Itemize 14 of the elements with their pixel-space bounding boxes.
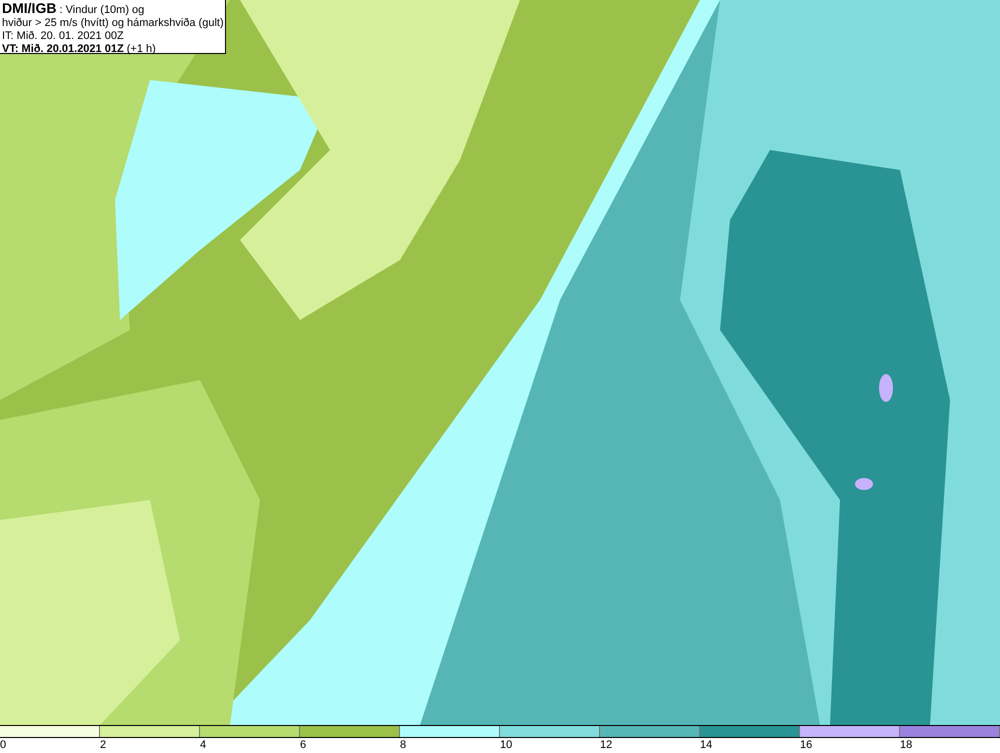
legend-label: 18 [900,738,912,753]
legend-label: 0 [0,738,6,753]
title-text: VT: Mið. 20.01.2021 01Z (+1 h) [2,43,157,56]
legend-label: 14 [700,738,712,753]
legend-label: 2 [100,738,106,753]
legend-label: 16 [800,738,812,753]
title-text: hviður > 25 m/s (hvítt) og hámarkshviða (gult) [2,17,225,30]
title-text: IT: Mið. 20. 01. 2021 00Z [2,30,125,43]
legend-label: 12 [600,738,612,753]
legend-label: 8 [400,738,406,753]
legend-label: 10 [500,738,512,753]
legend-label: 6 [300,738,306,753]
title-text: DMI/IGB : Vindur (10m) og [2,2,146,17]
legend-label: 4 [200,738,206,753]
